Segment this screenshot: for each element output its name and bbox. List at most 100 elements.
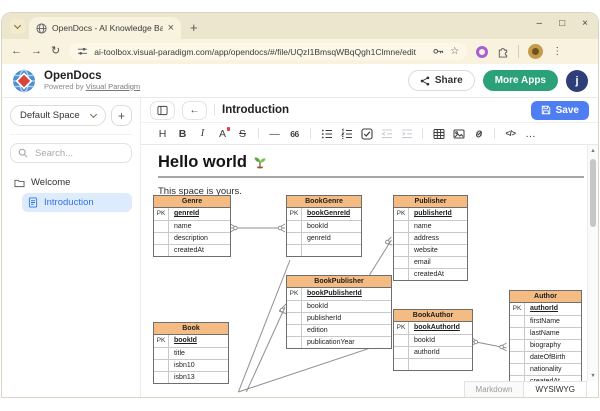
entity-table-publisher: Publisher PK publisherId name address website…: [393, 195, 468, 281]
editor-topbar: ← Introduction Save: [141, 98, 598, 123]
toolbar-separator: [494, 128, 495, 139]
sidebar-item-welcome[interactable]: Welcome: [10, 174, 132, 191]
toggle-sidebar-button[interactable]: [150, 100, 175, 120]
powered-by: Powered by Visual Paradigm: [44, 81, 140, 92]
strikethrough-button[interactable]: S: [234, 125, 251, 142]
browser-window: OpenDocs - AI Knowledge Base × + – □ × ←…: [2, 13, 598, 397]
entity-table-bookauthor: BookAuthor PK bookAuthorId bookId authorId: [393, 309, 473, 371]
entity-table-bookgenre: BookGenre PK bookGenreId bookId genreId: [286, 195, 362, 257]
search-box[interactable]: [10, 143, 132, 163]
image-button[interactable]: [450, 125, 467, 142]
er-connectors: [230, 223, 507, 393]
scrollbar[interactable]: ▲ ▼: [587, 145, 598, 381]
user-avatar[interactable]: j: [566, 69, 588, 92]
sidebar: Default Space + Welcome: [2, 98, 141, 397]
bold-button[interactable]: B: [174, 125, 191, 142]
toolbar-separator: [422, 128, 423, 139]
sidebar-item-label: Welcome: [31, 177, 71, 188]
tab-title: OpenDocs - AI Knowledge Base: [52, 23, 163, 33]
er-diagram[interactable]: Genre PK genreId name description createdAt Bo…: [141, 145, 598, 397]
browser-tab[interactable]: OpenDocs - AI Knowledge Base ×: [29, 17, 181, 39]
search-input[interactable]: [33, 146, 125, 160]
markdown-mode-button[interactable]: Markdown: [463, 381, 524, 397]
scrollbar-thumb[interactable]: [590, 159, 596, 227]
window-maximize-button[interactable]: □: [559, 18, 565, 29]
editor-mode-toggle: Markdown WYSIWYG: [463, 381, 587, 397]
document-heading: Hello world: [158, 153, 247, 171]
back-button-editor[interactable]: ←: [182, 100, 207, 120]
save-label: Save: [555, 104, 579, 116]
address-bar[interactable]: ai-toolbox.visual-paradigm.com/app/opend…: [69, 43, 468, 60]
toolbar-divider: [518, 45, 520, 58]
seedling-icon: [253, 155, 267, 169]
document-icon: [28, 197, 38, 208]
space-selector-label: Default Space: [20, 110, 80, 121]
formatting-toolbar: H B I A S —66 </>…: [141, 123, 598, 145]
link-button[interactable]: [470, 125, 487, 142]
search-icon: [18, 148, 28, 158]
font-color-button[interactable]: A: [214, 125, 231, 142]
code-button[interactable]: </>: [502, 125, 519, 142]
tab-close-button[interactable]: ×: [168, 22, 174, 34]
entity-table-genre: Genre PK genreId name description createdAt: [153, 195, 231, 257]
reload-button[interactable]: ↻: [51, 46, 60, 57]
entity-table-book: Book PK bookId title isbn10 isbn13: [153, 322, 229, 384]
document-content[interactable]: Hello world This space is yours. Genre PK…: [141, 145, 598, 397]
bullet-list-button[interactable]: [318, 125, 335, 142]
extensions-puzzle-icon[interactable]: [497, 45, 509, 58]
toolbar-separator: [310, 128, 311, 139]
add-space-button[interactable]: +: [111, 105, 132, 126]
toolbar-separator: [258, 128, 259, 139]
window-controls: – □ ×: [537, 18, 588, 29]
more-button[interactable]: …: [522, 125, 539, 142]
passkey-icon[interactable]: [433, 46, 444, 57]
ordered-list-button[interactable]: [338, 125, 355, 142]
blockquote-button[interactable]: 66: [286, 125, 303, 142]
window-close-button[interactable]: ×: [582, 18, 588, 29]
horizontal-rule-button[interactable]: —: [266, 125, 283, 142]
entity-table-bookpublisher: BookPublisher PK bookPublisherId bookId publ…: [286, 275, 392, 349]
wysiwyg-mode-button[interactable]: WYSIWYG: [523, 381, 587, 397]
sidebar-item-introduction[interactable]: Introduction: [22, 193, 132, 212]
app-header: OpenDocs Powered by Visual Paradigm Shar…: [2, 64, 598, 98]
back-button[interactable]: ←: [11, 46, 22, 57]
new-tab-button[interactable]: +: [190, 21, 198, 34]
share-label: Share: [434, 75, 463, 86]
chevron-down-icon: [13, 21, 22, 30]
task-list-button[interactable]: [358, 125, 375, 142]
entity-table-author: Author PK authorId firstName lastName biograp…: [509, 290, 582, 388]
indent-button[interactable]: [398, 125, 415, 142]
browser-toolbar: ← → ↻ ai-toolbox.visual-paradigm.com/app…: [2, 39, 598, 64]
extension-icon[interactable]: [476, 45, 489, 58]
table-button[interactable]: [430, 125, 447, 142]
space-selector[interactable]: Default Space: [10, 105, 106, 126]
scroll-down-arrow[interactable]: ▼: [588, 370, 598, 381]
save-icon: [541, 105, 551, 115]
share-button[interactable]: Share: [407, 70, 475, 91]
window-minimize-button[interactable]: –: [537, 18, 543, 29]
italic-button[interactable]: I: [194, 125, 211, 142]
visual-paradigm-link[interactable]: Visual Paradigm: [86, 82, 140, 91]
browser-profile-avatar[interactable]: [528, 44, 544, 59]
browser-menu-button[interactable]: ⋮: [552, 46, 562, 57]
opendocs-logo: [12, 68, 36, 93]
document-title: Introduction: [222, 104, 290, 116]
save-button[interactable]: Save: [530, 100, 589, 120]
outdent-button[interactable]: [378, 125, 395, 142]
chevron-down-icon: [89, 110, 98, 119]
globe-favicon-icon: [36, 22, 47, 34]
powered-prefix: Powered by: [44, 81, 86, 91]
editor-pane: ← Introduction Save H B I A S —66 </>… Hello w…: [141, 98, 598, 397]
more-apps-button[interactable]: More Apps: [482, 70, 558, 91]
scroll-up-arrow[interactable]: ▲: [588, 145, 598, 156]
document-heading-block: Hello world: [158, 153, 584, 179]
tune-icon[interactable]: [77, 46, 88, 57]
folder-icon: [14, 178, 25, 188]
forward-button[interactable]: →: [31, 46, 42, 57]
document-paragraph: This space is yours.: [158, 186, 242, 198]
tab-search-button[interactable]: [10, 19, 25, 34]
topbar-divider: [214, 104, 215, 116]
heading-button[interactable]: H: [154, 125, 171, 142]
url-text[interactable]: ai-toolbox.visual-paradigm.com/app/opend…: [94, 47, 427, 57]
bookmark-star-icon[interactable]: ☆: [450, 46, 459, 57]
